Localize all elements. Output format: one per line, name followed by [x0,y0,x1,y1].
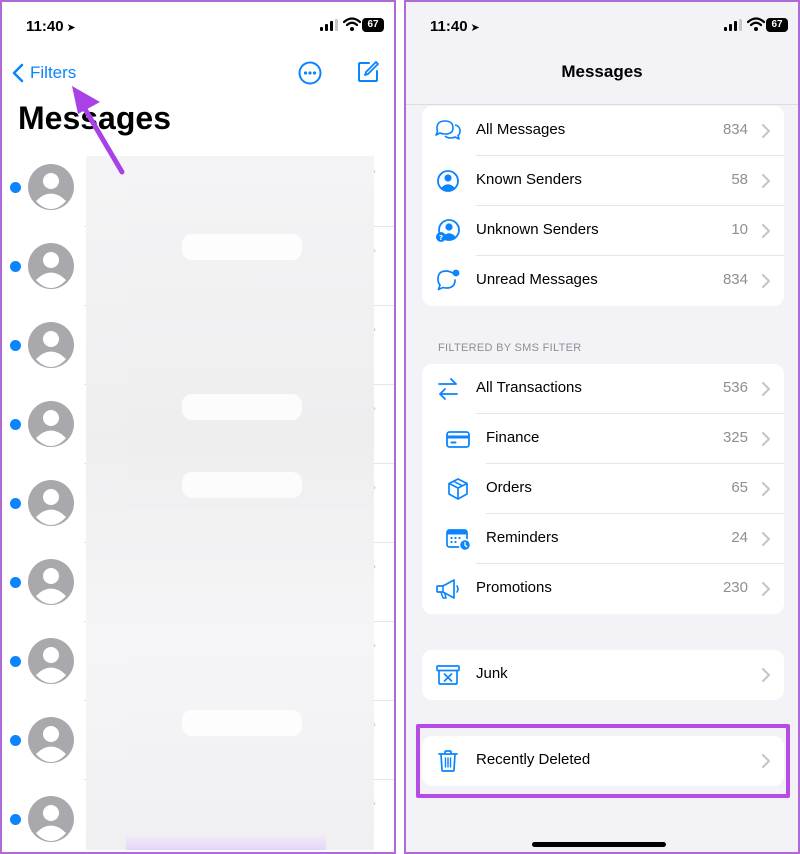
annotation-arrow-icon [72,86,125,175]
unread-indicator [10,182,21,193]
filter-count: 24 [731,529,748,546]
unknown-senders-icon: ? [436,219,460,242]
filter-label: Junk [476,665,508,682]
avatar-icon [28,796,74,842]
junk-icon [436,665,460,685]
filter-count: 536 [722,379,748,396]
chevron-right-icon [762,274,770,288]
chevron-right-icon [762,532,770,546]
compose-icon[interactable] [356,60,380,84]
finance-icon [446,431,470,448]
filter-label: Finance [486,429,540,446]
filter-count: 10 [731,221,748,238]
cellular-signal-icon [320,19,338,31]
blurred-block [182,234,302,260]
messages-list-screen: 11:40 ➤ 67 Filters Messages › › › › › › … [0,0,396,854]
unread-indicator [10,419,21,430]
blurred-block [182,710,302,736]
chevron-right-icon [762,668,770,682]
unread-indicator [10,498,21,509]
battery-indicator: 67 [766,18,788,32]
filter-finance[interactable]: Finance 325 [422,414,784,464]
sms-filters-group: All Transactions 536 Finance 325 Orders [422,364,784,614]
status-time: 11:40 ➤ [430,18,480,35]
cellular-signal-icon [724,19,742,31]
filter-label: Promotions [476,579,552,596]
unread-indicator [10,577,21,588]
known-senders-icon [437,170,459,192]
highlight-annotation [416,724,790,798]
filter-label: Unread Messages [476,271,598,288]
page-title: Messages [561,62,643,81]
promotions-icon [436,579,459,599]
chevron-right-icon [762,482,770,496]
status-bar: 11:40 ➤ 67 [2,2,394,52]
filter-all-messages[interactable]: All Messages 834 [422,106,784,156]
wifi-icon [747,17,765,31]
reminders-icon [446,529,472,552]
chevron-right-icon [762,224,770,238]
status-bar: 11:40 ➤ 67 [406,2,798,52]
location-arrow-icon: ➤ [66,22,76,34]
avatar-icon [28,717,74,763]
blurred-block [182,394,302,420]
filter-label: Unknown Senders [476,221,599,238]
chevron-right-icon [762,124,770,138]
chevron-right-icon [762,432,770,446]
avatar-icon [28,480,74,526]
battery-indicator: 67 [362,18,384,32]
transactions-icon [438,378,458,400]
junk-group: Junk [422,650,784,700]
main-filters-group: All Messages 834 Known Senders 58 ? Unkn… [422,106,784,306]
filter-unread-messages[interactable]: Unread Messages 834 [422,256,784,306]
blurred-block [182,472,302,498]
more-options-icon[interactable] [298,61,322,85]
filter-label: Known Senders [476,171,582,188]
filter-count: 834 [722,271,748,288]
filter-orders[interactable]: Orders 65 [422,464,784,514]
filter-label: All Transactions [476,379,582,396]
avatar-icon [28,243,74,289]
filter-count: 58 [731,171,748,188]
unread-indicator [10,814,21,825]
filter-label: Reminders [486,529,559,546]
divider [406,104,798,105]
avatar-icon [28,322,74,368]
avatar-icon [28,559,74,605]
filter-count: 230 [722,579,748,596]
avatar-icon [28,401,74,447]
all-messages-icon [435,120,461,140]
filter-count: 325 [722,429,748,446]
home-indicator [532,842,666,847]
unread-indicator [10,656,21,667]
section-header: FILTERED BY SMS FILTER [438,342,582,354]
svg-text:?: ? [439,234,443,242]
chevron-right-icon [762,174,770,188]
chevron-right-icon [762,382,770,396]
filter-count: 834 [722,121,748,138]
filter-all-transactions[interactable]: All Transactions 536 [422,364,784,414]
chevron-right-icon [762,582,770,596]
filter-junk[interactable]: Junk [422,650,784,700]
status-time: 11:40 ➤ [26,18,76,35]
filter-promotions[interactable]: Promotions 230 [422,564,784,614]
unread-indicator [10,261,21,272]
avatar-icon [28,638,74,684]
messages-filters-screen: 11:40 ➤ 67 Messages All Messages 834 Kno… [404,0,800,854]
filter-known-senders[interactable]: Known Senders 58 [422,156,784,206]
filter-label: Orders [486,479,532,496]
blurred-block [126,834,326,850]
blurred-conversation-content [86,156,374,850]
unread-indicator [10,735,21,746]
unread-indicator [10,340,21,351]
location-arrow-icon: ➤ [470,22,480,34]
filter-unknown-senders[interactable]: ? Unknown Senders 10 [422,206,784,256]
filter-count: 65 [731,479,748,496]
wifi-icon [343,17,361,31]
filter-reminders[interactable]: Reminders 24 [422,514,784,564]
chevron-left-icon [12,63,24,83]
filter-label: All Messages [476,121,566,138]
unread-messages-icon [437,269,460,291]
orders-icon [448,478,468,500]
